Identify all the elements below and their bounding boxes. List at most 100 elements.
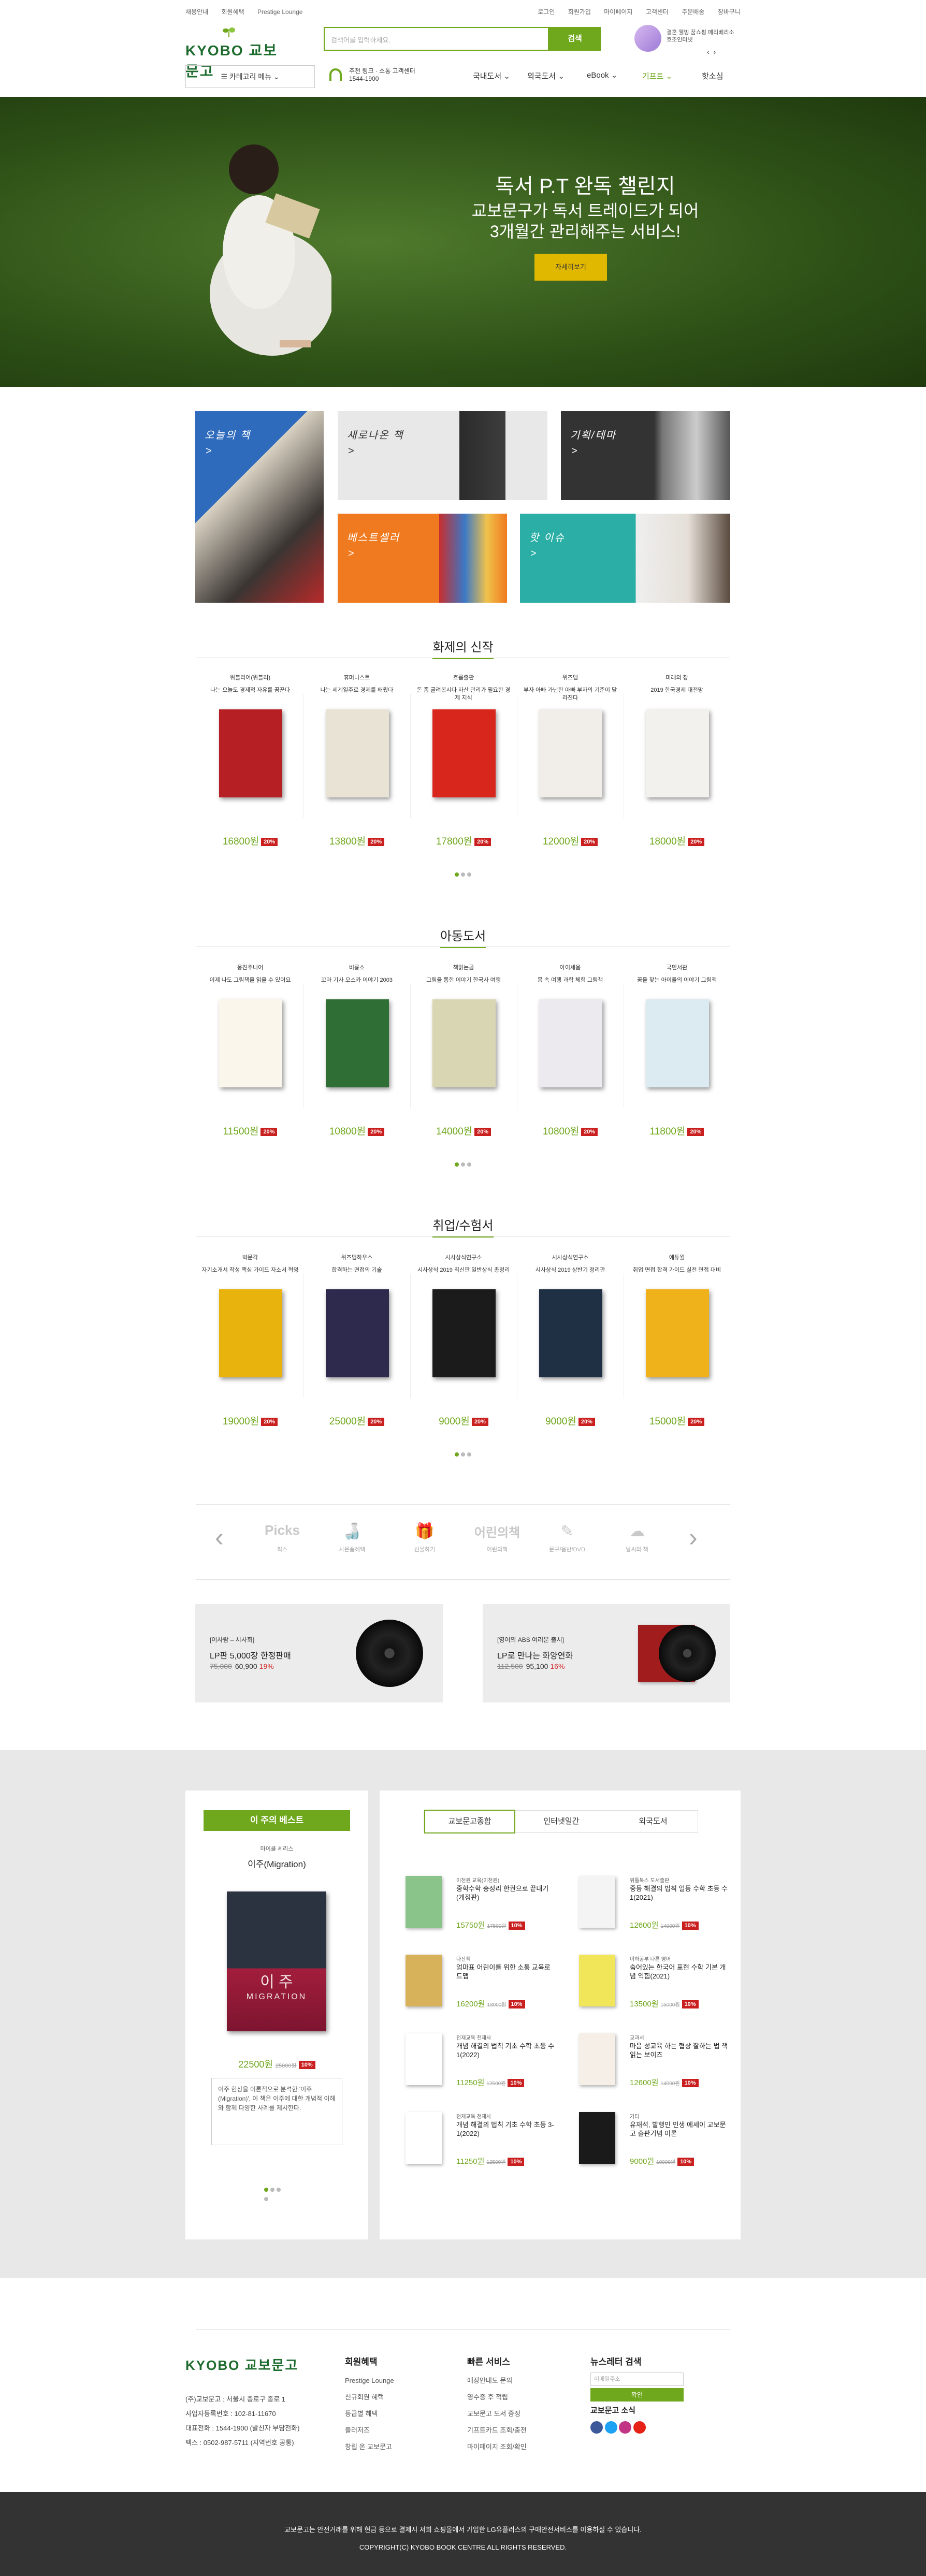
lp-banner-2[interactable]: [영어의 ABS 여러분 출시] LP로 만나는 화양연화 112,500 95,… xyxy=(483,1604,730,1702)
best-book-title[interactable]: 유재석, 발행인 인생 에세이 교보문고 출판기념 이론 xyxy=(630,2120,728,2138)
menu-domestic[interactable]: 국내도서 ⌄ xyxy=(473,70,510,81)
hero-banner[interactable]: 독서 P.T 완독 챌린지 교보문구가 독서 트레이드가 되어 3개월간 관리해주… xyxy=(0,97,926,387)
strip-item-picks[interactable]: Picks 픽스 xyxy=(251,1522,313,1553)
util-link-mypage[interactable]: 마이페이지 xyxy=(604,8,632,16)
book-title[interactable]: 부자 아빠 가난한 아빠 부자의 기준이 달라진다 xyxy=(517,687,624,703)
promo-prev-icon[interactable]: ‹ xyxy=(707,48,710,56)
best-book-title[interactable]: 마음 성교육 하는 협상 잘하는 법 책 읽는 보이즈 xyxy=(630,2042,728,2059)
util-link-order[interactable]: 주문배송 xyxy=(682,8,704,16)
best-list-item[interactable]: 천재교육 천재사 개념 해결의 법칙 기초 수학 초등 수 1(2022) 1125… xyxy=(406,2033,571,2101)
facebook-icon[interactable] xyxy=(590,2421,603,2434)
promo-banner[interactable]: 결혼 웰빙 꿈쇼핑 메리베리소호조인터넷 ‹ › xyxy=(634,25,743,61)
site-logo[interactable]: KYOBO 교보문고 xyxy=(185,27,289,79)
book-title[interactable]: 돈 좀 굴려봅시다 자산 관리가 필요한 경제 지식 xyxy=(410,687,517,703)
book-cover[interactable] xyxy=(326,709,389,797)
carousel-dots[interactable] xyxy=(454,1160,474,1167)
util-link-signup[interactable]: 회원가입 xyxy=(568,8,591,16)
strip-prev-icon[interactable]: ‹ xyxy=(215,1522,224,1552)
best-book-cover[interactable] xyxy=(579,1876,615,1928)
best-book-cover[interactable] xyxy=(406,2112,442,2164)
newsletter-submit-button[interactable]: 확인 xyxy=(590,2388,684,2402)
weekly-book-cover[interactable]: 이 주 MIGRATION xyxy=(227,1891,326,2031)
footer-link[interactable]: 신규회원 혜택 xyxy=(345,2389,394,2406)
menu-hot[interactable]: 핫소심 xyxy=(702,70,723,81)
best-book-title[interactable]: 숨어있는 한국어 표현 수학 기본 개념 익힘(2021) xyxy=(630,1963,728,1981)
book-card[interactable]: 국민서관 꿈을 찾는 아이들의 이야기 그림책 11800원 20% xyxy=(624,963,730,1139)
best-list-item[interactable]: 기타 유재석, 발행인 인생 에세이 교보문고 출판기념 이론 9000원 10000… xyxy=(579,2112,745,2179)
best-book-cover[interactable] xyxy=(406,1955,442,2006)
best-book-title[interactable]: 중학수학 총정리 한권으로 끝내기(개정판) xyxy=(456,1884,555,1902)
strip-item-stationery[interactable]: ✎ 문구/음반/DVD xyxy=(536,1522,598,1553)
footer-link[interactable]: 플러저즈 xyxy=(345,2422,394,2439)
book-card[interactable]: 아이세움 몸 속 여행 과학 체험 그림책 10800원 20% xyxy=(517,963,624,1139)
footer-link[interactable]: 기프트카드 조회/충전 xyxy=(467,2422,527,2439)
newsletter-input[interactable]: 이메일주소 xyxy=(590,2373,684,2386)
footer-link[interactable]: Prestige Lounge xyxy=(345,2373,394,2389)
search-input[interactable]: 검색어를 입력하세요. xyxy=(324,27,549,51)
menu-gift[interactable]: 기프트 ⌄ xyxy=(642,70,672,81)
strip-item-weather[interactable]: ☁ 날씨와 책 xyxy=(606,1522,668,1553)
footer-link[interactable]: 창립 온 교보문고 xyxy=(345,2439,394,2455)
book-cover[interactable] xyxy=(219,1289,282,1377)
book-card[interactable]: 시사상식연구소 시사상식 2019 상반기 정리판 9000원 20% xyxy=(517,1253,624,1429)
menu-ebook[interactable]: eBook ⌄ xyxy=(587,70,617,80)
best-list-item[interactable]: 교과서 마음 성교육 하는 협상 잘하는 법 책 읽는 보이즈 12600원 1400… xyxy=(579,2033,745,2101)
carousel-dots[interactable] xyxy=(454,870,474,877)
book-title[interactable]: 나는 세계일주로 경제를 배웠다 xyxy=(303,687,410,703)
tile-bestseller[interactable]: 베스트셀러 > xyxy=(338,514,507,603)
util-link-jobs[interactable]: 채용안내 xyxy=(185,8,208,16)
twitter-icon[interactable] xyxy=(604,2421,617,2434)
weekly-title[interactable]: 이주(Migration) xyxy=(185,1857,368,1870)
util-link-prestige[interactable]: Prestige Lounge xyxy=(257,8,302,16)
tile-new-books[interactable]: 새로나온 책 > xyxy=(338,411,547,500)
carousel-dots[interactable] xyxy=(454,1450,474,1457)
util-link-login[interactable]: 로그인 xyxy=(538,8,555,16)
tab-foreign[interactable]: 외국도서 xyxy=(607,1811,699,1832)
best-book-title[interactable]: 개념 해결의 법칙 기초 수학 초등 수 1(2022) xyxy=(456,2042,555,2059)
best-book-cover[interactable] xyxy=(579,1955,615,2006)
book-cover[interactable] xyxy=(539,709,602,797)
best-list-item[interactable]: 이천원 교육(이천원) 중학수학 총정리 한권으로 끝내기(개정판) 15750원 1… xyxy=(406,1876,571,1943)
best-book-cover[interactable] xyxy=(406,1876,442,1928)
footer-link[interactable]: 매장안내도 문의 xyxy=(467,2373,527,2389)
footer-link[interactable]: 마이페이지 조회/확인 xyxy=(467,2439,527,2455)
best-book-title[interactable]: 엄마표 어린이를 위한 소통 교육로드맵 xyxy=(456,1963,555,1981)
book-card[interactable]: 에듀윌 취업 면접 합격 가이드 실전 면접 대비 15000원 20% xyxy=(624,1253,730,1429)
book-card[interactable]: 책읽는곰 그림을 통한 이야기 한국사 여행 14000원 20% xyxy=(410,963,517,1139)
book-card[interactable]: 위즈덤하우스 합격하는 면접의 기술 25000원 20% xyxy=(303,1253,410,1429)
strip-item-present[interactable]: 🎁 선물하기 xyxy=(394,1522,456,1553)
footer-link[interactable]: 영수증 후 적립 xyxy=(467,2389,527,2406)
book-card[interactable]: 휴머니스트 나는 세계일주로 경제를 배웠다 13800원 20% xyxy=(303,673,410,849)
footer-logo[interactable]: KYOBO 교보문고 xyxy=(185,2355,298,2374)
best-book-title[interactable]: 중등 해결의 법칙 일등 수학 초등 수 1(2021) xyxy=(630,1884,728,1902)
tab-internet-daily[interactable]: 인터넷일간 xyxy=(516,1811,607,1832)
youtube-icon[interactable] xyxy=(633,2421,646,2434)
book-title[interactable]: 몸 속 여행 과학 체험 그림책 xyxy=(517,977,624,993)
book-cover[interactable] xyxy=(432,1289,496,1377)
book-cover[interactable] xyxy=(539,1289,602,1377)
book-card[interactable]: 흐름출판 돈 좀 굴려봅시다 자산 관리가 필요한 경제 지식 17800원 20% xyxy=(410,673,517,849)
book-title[interactable]: 시사상식 2019 상반기 정리판 xyxy=(517,1267,624,1283)
best-book-cover[interactable] xyxy=(579,2112,615,2164)
tab-kyobo-overall[interactable]: 교보문고종합 xyxy=(424,1810,515,1833)
book-cover[interactable] xyxy=(326,1289,389,1377)
util-link-cart[interactable]: 장바구니 xyxy=(718,8,741,16)
tile-theme[interactable]: 기획/테마 > xyxy=(561,411,730,500)
lp-banner-1[interactable]: [이사람 – 시사회] LP판 5,000장 한정판매 75,000 60,900… xyxy=(195,1604,443,1702)
book-card[interactable]: 위블리어(위블리) 나는 오늘도 경제적 자유를 꿈꾼다 16800원 20% xyxy=(197,673,303,849)
book-cover[interactable] xyxy=(219,709,282,797)
book-cover[interactable] xyxy=(646,999,709,1087)
book-title[interactable]: 취업 면접 합격 가이드 실전 면접 대비 xyxy=(624,1267,730,1283)
book-title[interactable]: 시사상식 2019 최신판 일반상식 총정리 xyxy=(410,1267,517,1283)
book-card[interactable]: 비룡소 꼬마 기사 오스카 이야기 2003 10800원 20% xyxy=(303,963,410,1139)
best-book-title[interactable]: 개념 해결의 법칙 기초 수학 초등 3-1(2022) xyxy=(456,2120,555,2138)
strip-next-icon[interactable]: › xyxy=(689,1522,698,1552)
tile-hot-issue[interactable]: 핫 이슈 > xyxy=(520,514,730,603)
book-title[interactable]: 2019 한국경제 대전망 xyxy=(624,687,730,703)
best-book-cover[interactable] xyxy=(406,2033,442,2085)
book-card[interactable]: 웅진주니어 이제 나도 그림책을 읽을 수 있어요 11500원 20% xyxy=(197,963,303,1139)
strip-item-kids[interactable]: 어린의책 어린의책 xyxy=(466,1522,528,1553)
book-title[interactable]: 자기소개서 작성 핵심 가이드 자소서 혁명 xyxy=(197,1267,303,1283)
footer-link[interactable]: 등급별 혜택 xyxy=(345,2406,394,2422)
book-title[interactable]: 합격하는 면접의 기술 xyxy=(303,1267,410,1283)
